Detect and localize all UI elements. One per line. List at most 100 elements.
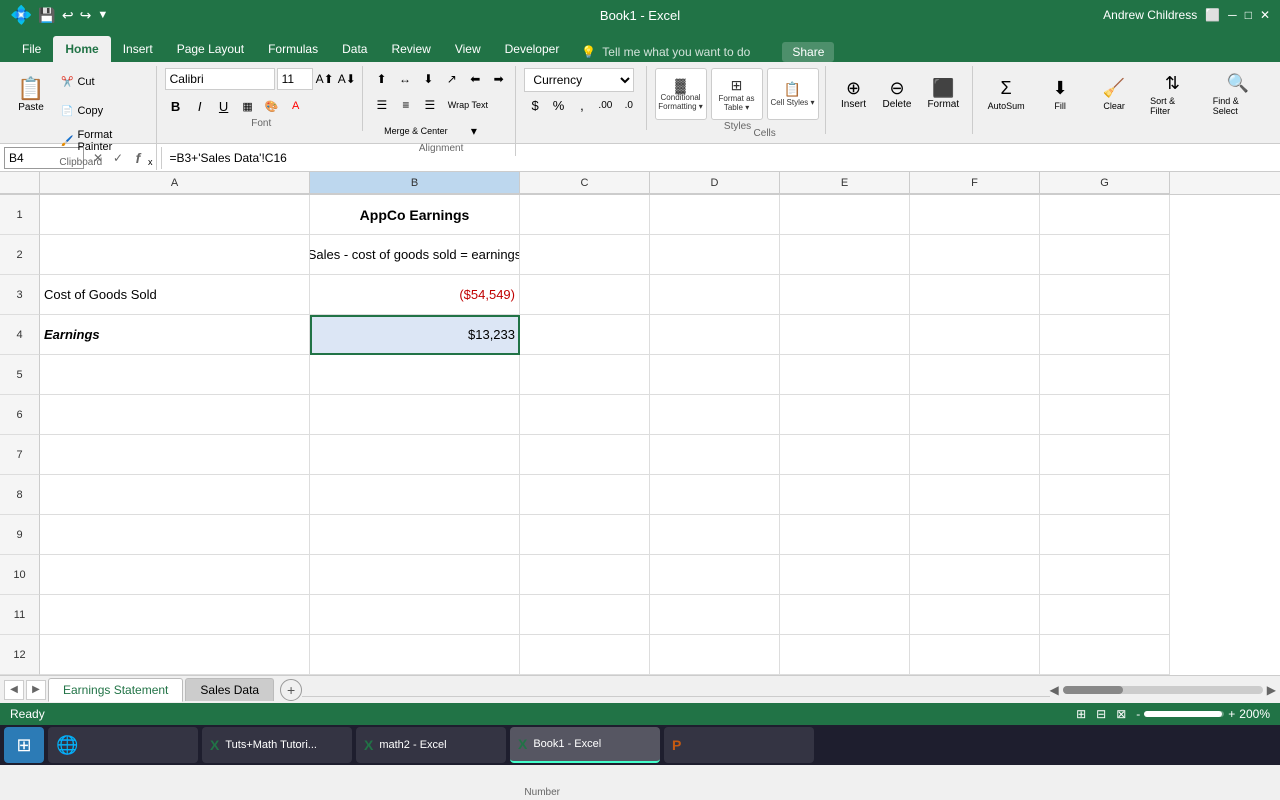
cell-c6[interactable] [520,395,650,435]
col-header-c[interactable]: C [520,172,650,194]
align-right-btn[interactable]: ☰ [419,94,441,116]
scroll-tabs-left-btn[interactable]: ◀ [4,680,24,700]
clear-btn[interactable]: 🧹 Clear [1089,68,1139,121]
cell-g6[interactable] [1040,395,1170,435]
cut-button[interactable]: ✂️ Cut [56,68,152,96]
cell-f2[interactable] [910,235,1040,275]
cell-d12[interactable] [650,635,780,675]
scroll-right-btn[interactable]: ▶ [1267,683,1276,697]
customize-qa[interactable]: ▼ [97,9,108,21]
tab-file[interactable]: File [10,36,53,62]
row-num-5[interactable]: 5 [0,355,40,395]
cell-c5[interactable] [520,355,650,395]
undo-btn[interactable]: ↩ [62,7,74,24]
cell-f9[interactable] [910,515,1040,555]
cell-d8[interactable] [650,475,780,515]
cell-a10[interactable] [40,555,310,595]
row-num-3[interactable]: 3 [0,275,40,315]
start-button[interactable]: ⊞ [4,727,44,763]
cell-b6[interactable] [310,395,520,435]
cell-d7[interactable] [650,435,780,475]
cell-e12[interactable] [780,635,910,675]
cell-c7[interactable] [520,435,650,475]
cell-f3[interactable] [910,275,1040,315]
cell-a7[interactable] [40,435,310,475]
cell-d9[interactable] [650,515,780,555]
row-num-1[interactable]: 1 [0,195,40,235]
cell-c9[interactable] [520,515,650,555]
row-num-11[interactable]: 11 [0,595,40,635]
cell-a2[interactable] [40,235,310,275]
cell-g8[interactable] [1040,475,1170,515]
cell-f4[interactable] [910,315,1040,355]
merge-center-btn[interactable]: Merge & Center [371,120,461,142]
bold-btn[interactable]: B [165,95,187,117]
redo-btn[interactable]: ↪ [80,7,92,24]
cell-g7[interactable] [1040,435,1170,475]
cell-g4[interactable] [1040,315,1170,355]
cell-d11[interactable] [650,595,780,635]
font-name-input[interactable] [165,68,275,90]
copy-button[interactable]: 📄 Copy [56,97,152,125]
cell-d5[interactable] [650,355,780,395]
sheet-tab-earnings[interactable]: Earnings Statement [48,678,183,702]
cell-c11[interactable] [520,595,650,635]
minimize-btn[interactable]: ─ [1228,8,1237,22]
row-num-8[interactable]: 8 [0,475,40,515]
horizontal-scrollbar[interactable] [1063,686,1263,694]
col-header-e[interactable]: E [780,172,910,194]
format-cells-btn[interactable]: ⬛ Format [920,68,966,120]
decrease-decimal-btn[interactable]: .00 [595,94,616,116]
increase-decimal-btn[interactable]: .0 [618,94,639,116]
cell-b2[interactable]: (Sales - cost of goods sold = earnings) [310,235,520,275]
cell-f12[interactable] [910,635,1040,675]
cell-g2[interactable] [1040,235,1170,275]
align-top-btn[interactable]: ⬆ [371,68,392,90]
close-btn[interactable]: ✕ [1260,8,1270,22]
cell-b7[interactable] [310,435,520,475]
row-num-10[interactable]: 10 [0,555,40,595]
cell-e9[interactable] [780,515,910,555]
tab-view[interactable]: View [443,36,493,62]
col-header-b[interactable]: B [310,172,520,194]
cell-b5[interactable] [310,355,520,395]
cell-f7[interactable] [910,435,1040,475]
cell-c4[interactable] [520,315,650,355]
cell-f6[interactable] [910,395,1040,435]
cell-e11[interactable] [780,595,910,635]
cell-e10[interactable] [780,555,910,595]
sheet-tab-sales[interactable]: Sales Data [185,678,274,701]
cell-a8[interactable] [40,475,310,515]
cell-f1[interactable] [910,195,1040,235]
font-color-btn[interactable]: A [285,95,307,117]
row-num-4[interactable]: 4 [0,315,40,355]
normal-view-btn[interactable]: ⊞ [1076,707,1086,721]
cell-a11[interactable] [40,595,310,635]
merge-dropdown-btn[interactable]: ▾ [463,120,485,142]
scroll-tabs-right-btn[interactable]: ▶ [26,680,46,700]
comma-btn[interactable]: , [571,94,592,116]
insert-cells-btn[interactable]: ⊕ Insert [834,68,874,120]
cell-e3[interactable] [780,275,910,315]
taskbar-browser[interactable]: 🌐 [48,727,198,763]
cell-c1[interactable] [520,195,650,235]
indent-less-btn[interactable]: ⬅ [465,68,486,90]
col-header-f[interactable]: F [910,172,1040,194]
delete-cells-btn[interactable]: ⊖ Delete [876,68,919,120]
align-middle-btn[interactable]: ↔ [394,68,415,90]
cell-a9[interactable] [40,515,310,555]
cell-d2[interactable] [650,235,780,275]
cell-g9[interactable] [1040,515,1170,555]
cell-d6[interactable] [650,395,780,435]
cell-f8[interactable] [910,475,1040,515]
cell-b8[interactable] [310,475,520,515]
cell-d1[interactable] [650,195,780,235]
col-header-g[interactable]: G [1040,172,1170,194]
zoom-out-btn[interactable]: - [1136,707,1140,721]
underline-btn[interactable]: U [213,95,235,117]
cell-g10[interactable] [1040,555,1170,595]
cell-b1[interactable]: AppCo Earnings [310,195,520,235]
sort-filter-btn[interactable]: ⇅ Sort & Filter [1143,68,1202,121]
align-center-btn[interactable]: ≡ [395,94,417,116]
cell-g3[interactable] [1040,275,1170,315]
